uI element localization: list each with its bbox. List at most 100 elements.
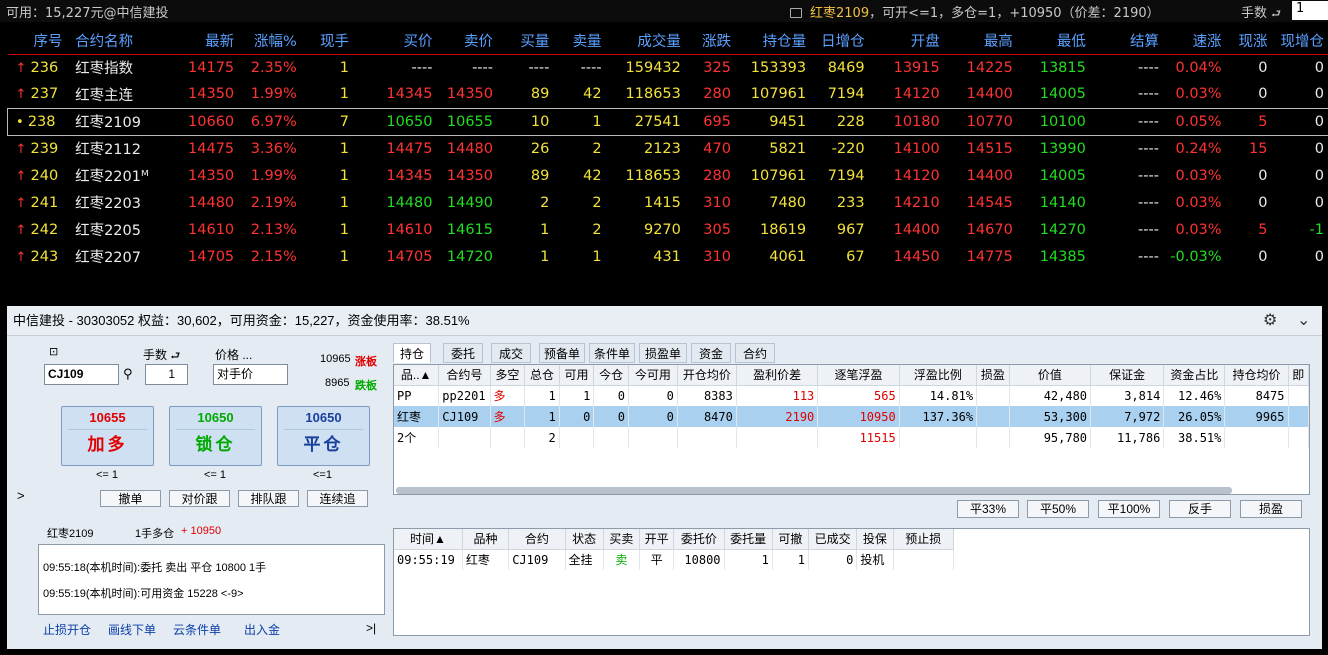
tab-trades[interactable]: 成交 — [491, 343, 531, 363]
column-header[interactable]: 总仓 — [524, 365, 560, 386]
position-row[interactable]: 2个 2 11515 95,780 11,786 38.51% — [394, 427, 1309, 448]
column-header[interactable]: 结算 — [1089, 28, 1163, 55]
column-header[interactable]: 已成交 — [808, 529, 858, 550]
column-header[interactable]: 买卖 — [603, 529, 641, 550]
stop-profit-button[interactable]: 损盈 — [1240, 500, 1302, 518]
position-cell: 1 — [524, 385, 560, 406]
column-header[interactable]: 合约名称 — [69, 28, 164, 55]
column-header[interactable]: 逐笔浮盈 — [817, 365, 900, 386]
tab-stop-profit[interactable]: 损盈单 — [639, 343, 687, 363]
column-header[interactable]: 可撤 — [772, 529, 810, 550]
expand-icon[interactable]: > — [17, 488, 25, 503]
tab-positions[interactable]: 持仓 — [393, 343, 431, 363]
column-header[interactable]: 速涨 — [1162, 28, 1226, 55]
follow-queue-button[interactable]: 排队跟 — [238, 490, 299, 507]
tab-contracts[interactable]: 合约 — [735, 343, 775, 363]
column-header[interactable]: 现涨 — [1225, 28, 1272, 55]
quote-row[interactable]: ↑ 243 红枣2207 14705 2.15% 1 14705 14720 1 1 431 310… — [8, 243, 1328, 270]
quote-row[interactable]: ↑ 236 红枣指数 14175 2.35% 1 ---- ---- ---- ---- 1594… — [8, 54, 1328, 81]
chart-order-link[interactable]: 画线下单 — [108, 621, 156, 638]
column-header[interactable]: 委托量 — [724, 529, 773, 550]
column-header[interactable]: 投保 — [856, 529, 894, 550]
column-header[interactable]: 品..▲ — [394, 365, 440, 386]
column-header[interactable]: 委托价 — [673, 529, 725, 550]
column-header[interactable]: 开平 — [639, 529, 675, 550]
order-row[interactable]: 09:55:19 红枣 CJ109 全挂卖平 10800 1 1 0 投机 — [394, 549, 955, 570]
column-header[interactable]: 今仓 — [593, 365, 629, 386]
lock-position-button[interactable]: 10650 锁仓 — [169, 406, 262, 466]
tab-funds[interactable]: 资金 — [691, 343, 731, 363]
stop-loss-open-link[interactable]: 止损开仓 — [43, 621, 91, 638]
deposit-withdraw-link[interactable]: 出入金 — [244, 621, 280, 638]
column-header[interactable]: 持仓均价 — [1224, 365, 1289, 386]
column-header[interactable]: 合约号 — [438, 365, 491, 386]
reverse-button[interactable]: 反手 — [1169, 500, 1231, 518]
column-header[interactable]: 卖量 — [553, 28, 606, 55]
close-33-button[interactable]: 平33% — [957, 500, 1019, 518]
column-header[interactable]: 开仓均价 — [677, 365, 737, 386]
column-header[interactable]: 保证金 — [1090, 365, 1165, 386]
collapse-icon[interactable]: ⌄ — [1297, 306, 1310, 336]
column-header[interactable]: 损盈 — [976, 365, 1010, 386]
column-header[interactable]: 成交量 — [605, 28, 685, 55]
quote-row[interactable]: ↑ 239 红枣2112 14475 3.36% 1 14475 14480 26 2 2123 4… — [8, 135, 1328, 162]
column-header[interactable]: 预止损 — [893, 529, 955, 550]
lots-input[interactable]: 1 — [1292, 1, 1328, 20]
column-header[interactable]: 可用 — [559, 365, 595, 386]
column-header[interactable]: 最高 — [943, 28, 1017, 55]
quote-row[interactable]: ↑ 242 红枣2205 14610 2.13% 1 14610 14615 1 2 9270 30… — [8, 216, 1328, 243]
tab-orders[interactable]: 委托 — [443, 343, 483, 363]
close-50-button[interactable]: 平50% — [1027, 500, 1089, 518]
column-header[interactable]: 今可用 — [628, 365, 678, 386]
quote-cell: 10180 — [868, 107, 944, 136]
gear-icon[interactable]: ⚙ — [1263, 306, 1277, 336]
horizontal-scrollbar[interactable] — [396, 487, 1232, 494]
tab-conditional[interactable]: 条件单 — [589, 343, 635, 363]
quote-row[interactable]: • 238 红枣2109 10660 6.97% 7 10650 10655 10 1 27541… — [7, 107, 1328, 136]
column-header[interactable]: 现手 — [300, 28, 353, 55]
quote-row[interactable]: ↑ 237 红枣主连 14350 1.99% 1 14345 14350 89 42 118653… — [8, 81, 1328, 108]
column-header[interactable]: 涨幅% — [238, 28, 301, 55]
close-position-button[interactable]: 10650 平仓 — [277, 406, 370, 466]
column-header[interactable]: 涨跌 — [684, 28, 735, 55]
search-icon[interactable]: ⚲ — [123, 366, 133, 382]
column-header[interactable]: 买价 — [352, 28, 437, 55]
position-row[interactable]: PP pp2201 多 1 1 0 0 8383 113 565 14.81% 42,480 3,814… — [394, 385, 1309, 406]
price-type-select[interactable]: 对手价 — [213, 364, 288, 385]
contract-input[interactable]: CJ109 — [44, 364, 119, 385]
position-row[interactable]: 红枣 CJ109 多 1 0 0 0 8470 2190 10950 137.36% 53,300 7,… — [394, 406, 1309, 427]
column-header[interactable]: 品种 — [462, 529, 510, 550]
column-header[interactable]: 持仓量 — [734, 28, 811, 55]
column-header[interactable]: 时间▲ — [394, 529, 463, 550]
column-header[interactable]: 多空 — [490, 365, 526, 386]
quote-row[interactable]: ↑ 240 红枣2201ᴹ 14350 1.99% 1 14345 14350 89 42 118… — [8, 162, 1328, 189]
follow-opposite-button[interactable]: 对价跟 — [169, 490, 230, 507]
column-header[interactable]: 最低 — [1016, 28, 1090, 55]
column-header[interactable]: 日增仓 — [810, 28, 869, 55]
cancel-order-button[interactable]: 撤单 — [100, 490, 161, 507]
column-header[interactable]: 浮盈比例 — [899, 365, 978, 386]
column-header[interactable]: 价值 — [1009, 365, 1092, 386]
column-header[interactable]: 合约 — [508, 529, 566, 550]
quote-cell: 13990 — [1039, 140, 1086, 157]
cloud-conditional-link[interactable]: 云条件单 — [173, 621, 221, 638]
column-header[interactable]: 买量 — [497, 28, 554, 55]
lock-icon[interactable] — [790, 8, 802, 18]
column-header[interactable]: 序号 — [7, 28, 70, 55]
buy-open-button[interactable]: 10655 加多 — [61, 406, 154, 466]
column-header[interactable]: 现增仓 — [1271, 28, 1328, 55]
tab-prepared[interactable]: 预备单 — [539, 343, 585, 363]
column-header[interactable]: 开盘 — [868, 28, 944, 55]
close-100-button[interactable]: 平100% — [1098, 500, 1160, 518]
column-header[interactable]: 状态 — [565, 529, 604, 550]
lock-icon[interactable]: ⊡ — [49, 345, 58, 358]
quote-row[interactable]: ↑ 241 红枣2203 14480 2.19% 1 14480 14490 2 2 1415 31… — [8, 189, 1328, 216]
column-header[interactable]: 资金占比 — [1163, 365, 1226, 386]
column-header[interactable]: 即 — [1288, 365, 1309, 386]
column-header[interactable]: 卖价 — [436, 28, 498, 55]
collapse-right-icon[interactable]: >| — [366, 621, 376, 635]
column-header[interactable]: 最新 — [163, 28, 239, 55]
continuous-chase-button[interactable]: 连续追 — [307, 490, 368, 507]
column-header[interactable]: 盈利价差 — [736, 365, 819, 386]
lots-stepper[interactable]: 1 — [145, 364, 188, 385]
